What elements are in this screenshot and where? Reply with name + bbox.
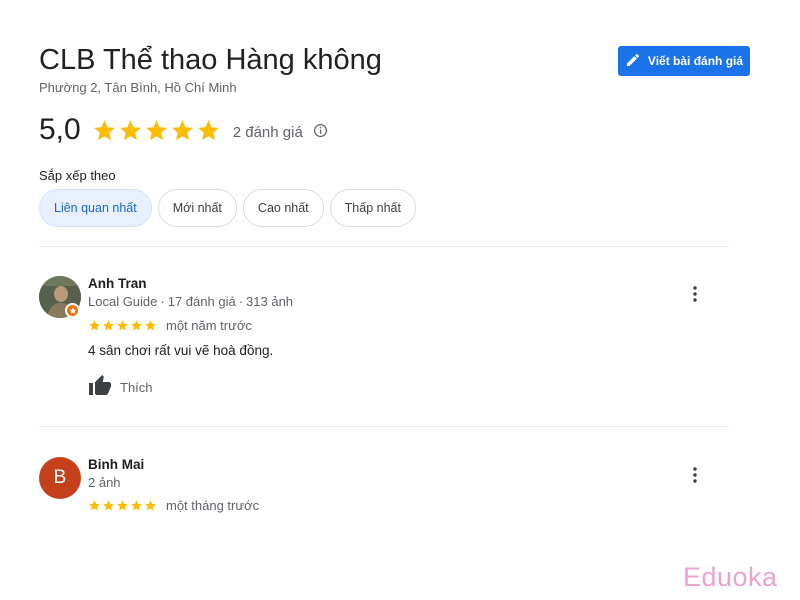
- reviewer-photo-count: 313 ảnh: [246, 294, 294, 309]
- pencil-icon: [625, 52, 641, 71]
- review-stars: [88, 499, 157, 512]
- star-icon: [131, 500, 142, 511]
- sort-chips: Liên quan nhất Mới nhất Cao nhất Thấp nh…: [39, 189, 416, 227]
- star-icon: [89, 320, 100, 331]
- sort-chip-newest[interactable]: Mới nhất: [157, 189, 237, 227]
- review-text: 4 sân chơi rất vui vẽ hoà đồng.: [88, 343, 274, 358]
- star-icon: [171, 119, 193, 140]
- reviewer-name[interactable]: Binh Mai: [88, 457, 144, 472]
- write-review-button[interactable]: Viết bài đánh giá: [618, 46, 750, 76]
- star-icon: [103, 320, 114, 331]
- star-icon: [197, 119, 219, 140]
- star-icon: [89, 500, 100, 511]
- review-rating-line: một năm trước: [88, 318, 252, 333]
- star-icon: [145, 320, 156, 331]
- avatar[interactable]: B: [39, 457, 81, 499]
- review-stars: [88, 319, 157, 332]
- review-item: B Binh Mai 2 ảnh một tháng trước: [39, 457, 729, 527]
- star-icon: [93, 119, 115, 140]
- review-rating-line: một tháng trước: [88, 498, 259, 513]
- like-label: Thích: [120, 380, 153, 395]
- star-icon: [117, 320, 128, 331]
- review-item: Anh Tran Local Guide · 17 đánh giá · 313 ảnh…: [39, 276, 729, 406]
- star-icon: [131, 320, 142, 331]
- reviewer-name[interactable]: Anh Tran: [88, 276, 147, 291]
- info-icon[interactable]: [313, 118, 328, 143]
- local-guide-label: Local Guide: [88, 294, 158, 309]
- star-icon: [103, 500, 114, 511]
- rating-value: 5,0: [39, 113, 81, 146]
- rating-summary: 5,0 2 đánh giá: [39, 112, 328, 148]
- like-button[interactable]: Thích: [88, 374, 153, 401]
- more-options-icon[interactable]: [687, 463, 703, 487]
- sort-label: Sắp xếp theo: [39, 168, 116, 183]
- star-icon: [117, 500, 128, 511]
- watermark-logo: Eduoka: [683, 562, 778, 592]
- divider: [39, 426, 729, 427]
- more-options-icon[interactable]: [687, 282, 703, 306]
- total-review-count: 2 đánh giá: [232, 123, 303, 141]
- review-time: một năm trước: [166, 318, 252, 333]
- place-address: Phường 2, Tân Bình, Hồ Chí Minh: [39, 80, 237, 95]
- thumbs-up-icon: [88, 374, 112, 401]
- star-icon: [145, 119, 167, 140]
- rating-stars: [92, 118, 221, 143]
- sort-chip-highest[interactable]: Cao nhất: [242, 189, 324, 227]
- local-guide-badge-icon: [65, 303, 80, 318]
- reviewer-review-count: 17 đánh giá: [167, 294, 236, 309]
- reviewer-photo-count: 2 ảnh: [88, 475, 121, 490]
- place-title: CLB Thể thao Hàng không: [39, 44, 382, 76]
- star-icon: [145, 500, 156, 511]
- divider: [39, 246, 729, 247]
- reviewer-meta: Local Guide · 17 đánh giá · 313 ảnh: [88, 294, 294, 309]
- star-icon: [119, 119, 141, 140]
- sort-chip-lowest[interactable]: Thấp nhất: [329, 189, 416, 227]
- sort-chip-relevant[interactable]: Liên quan nhất: [39, 189, 152, 227]
- review-time: một tháng trước: [166, 498, 260, 513]
- write-review-label: Viết bài đánh giá: [647, 54, 744, 68]
